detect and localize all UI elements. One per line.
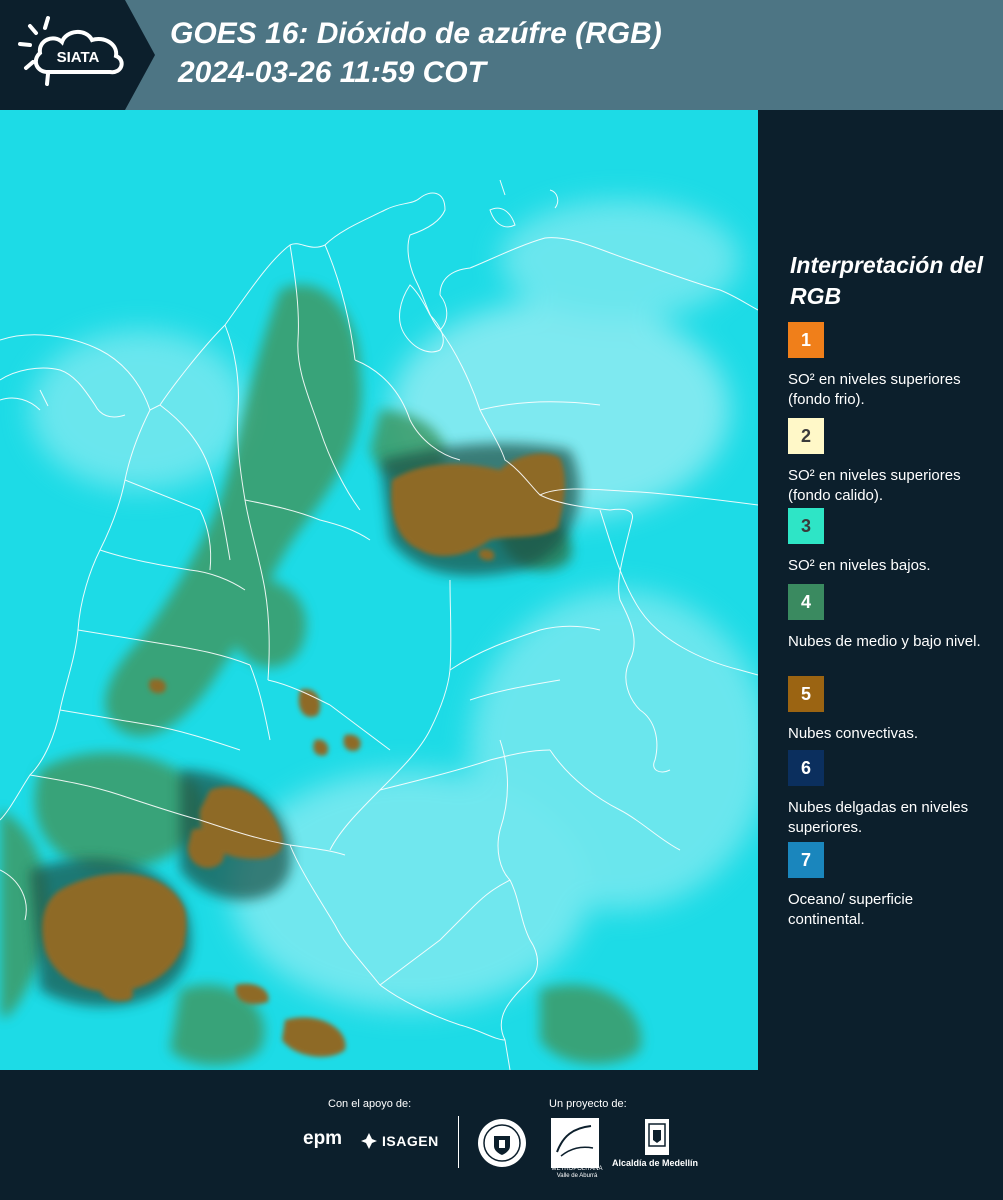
legend-label-1: SO² en niveles superiores (fondo frio). <box>788 371 961 408</box>
area-line-2: Valle de Aburrá <box>556 1173 598 1179</box>
legend-label-3: SO² en niveles bajos. <box>788 557 931 574</box>
page-title: GOES 16: Dióxido de azúfre (RGB) <box>170 17 662 50</box>
header-bar: SIATA GOES 16: Dióxido de azúfre (RGB) 2… <box>0 0 1003 110</box>
legend-swatch-4: 4 <box>788 584 824 620</box>
legend-title: Interpretación del RGB <box>790 252 983 309</box>
area-metropolitana-icon <box>556 1125 594 1157</box>
timestamp: 2024-03-26 11:59 COT <box>178 56 486 89</box>
legend-swatch-2: 2 <box>788 418 824 454</box>
legend-swatch-5: 5 <box>788 676 824 712</box>
legend-swatch-6: 6 <box>788 750 824 786</box>
alcaldia-emblem-icon <box>645 1119 669 1155</box>
siata-logo: SIATA <box>0 0 155 110</box>
legend-item-5: 5 Nubes convectivas. <box>788 676 993 744</box>
footer-divider <box>458 1116 459 1168</box>
siata-rgb-page: SIATA GOES 16: Dióxido de azúfre (RGB) 2… <box>0 0 1003 1200</box>
legend-swatch-1: 1 <box>788 322 824 358</box>
legend-item-4: 4 Nubes de medio y bajo nivel. <box>788 584 993 652</box>
legend-label-6: Nubes delgadas en niveles superiores. <box>788 799 969 836</box>
support-label: Con el apoyo de: <box>328 1098 412 1110</box>
legend-label-2: SO² en niveles superiores (fondo calido)… <box>788 467 961 504</box>
area-metropolitana-text: METROPOLITANA Valle de Aburrá <box>549 1166 605 1180</box>
legend-item-1: 1 SO² en niveles superiores (fondo frio)… <box>788 322 993 410</box>
footer: Con el apoyo de: Un proyecto de: epm ISA… <box>0 1070 1003 1200</box>
legend-label-4: Nubes de medio y bajo nivel. <box>788 633 981 650</box>
legend-item-3: 3 SO² en niveles bajos. <box>788 508 993 576</box>
isagen-label: ISAGEN <box>382 1133 439 1149</box>
project-label: Un proyecto de: <box>549 1098 627 1110</box>
siata-logo-icon: SIATA <box>0 0 155 110</box>
area-metropolitana-logo <box>551 1118 599 1168</box>
siata-logo-text: SIATA <box>57 49 100 66</box>
legend-label-7: Oceano/ superficie continental. <box>788 891 914 928</box>
isagen-logo: ISAGEN <box>360 1132 439 1150</box>
medellin-seal-icon <box>478 1119 526 1167</box>
legend-swatch-3: 3 <box>788 508 824 544</box>
area-line-1: METROPOLITANA <box>551 1166 603 1172</box>
legend-panel: Interpretación del RGB 1 SO² en niveles … <box>758 110 1003 1070</box>
isagen-icon <box>361 1133 377 1149</box>
satellite-map <box>0 110 758 1070</box>
alcaldia-label: Alcaldía de Medellín <box>612 1158 699 1168</box>
legend-item-2: 2 SO² en niveles superiores (fondo calid… <box>788 418 993 506</box>
legend-item-6: 6 Nubes delgadas en niveles superiores. <box>788 750 993 838</box>
legend-item-7: 7 Oceano/ superficie continental. <box>788 842 993 930</box>
legend-swatch-7: 7 <box>788 842 824 878</box>
legend-label-5: Nubes convectivas. <box>788 725 919 742</box>
epm-logo: epm <box>303 1128 343 1149</box>
